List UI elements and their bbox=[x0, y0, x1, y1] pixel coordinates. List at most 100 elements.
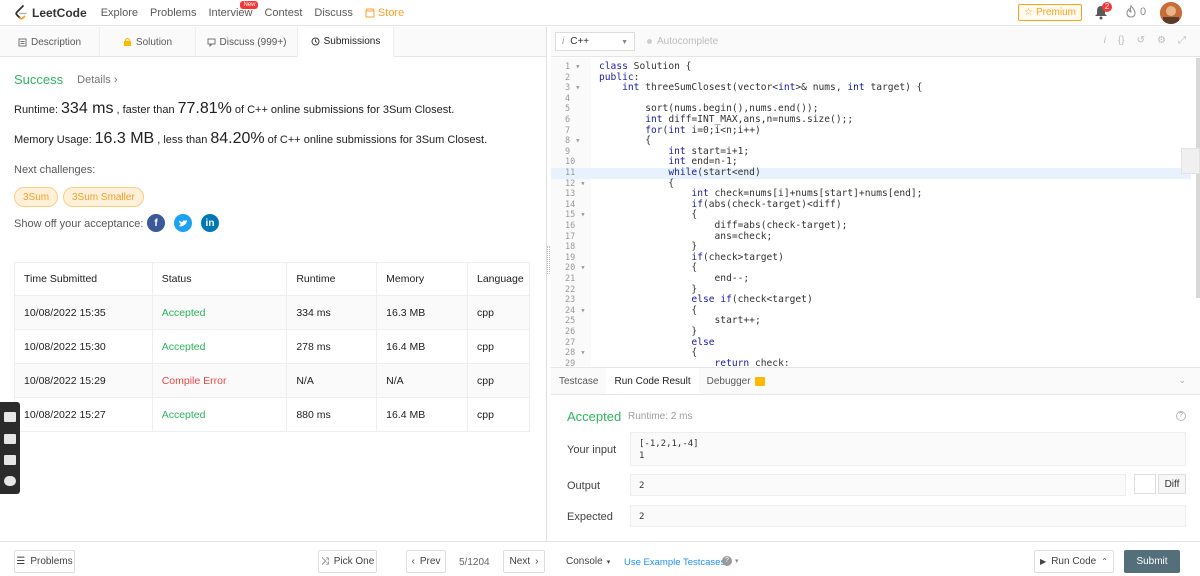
runtime-mid: , faster than bbox=[116, 104, 175, 116]
output-value: 2 bbox=[630, 474, 1126, 496]
use-example-testcases[interactable]: Use Example Testcases bbox=[624, 557, 725, 568]
gallery-icon[interactable] bbox=[4, 455, 16, 465]
chevron-up-icon: ⌃ bbox=[1101, 557, 1108, 566]
code-line[interactable]: 29 return check; bbox=[551, 358, 1191, 366]
run-code-button[interactable]: ▶ Run Code ⌃ bbox=[1034, 550, 1114, 573]
tab-submissions[interactable]: Submissions bbox=[298, 27, 394, 57]
help-icon[interactable]: ? bbox=[1176, 411, 1186, 421]
editor-scrollbar[interactable] bbox=[1196, 58, 1200, 298]
autocomplete-toggle[interactable]: Autocomplete bbox=[647, 36, 718, 47]
premium-button[interactable]: ☆ Premium bbox=[1018, 4, 1082, 21]
help-dropdown[interactable]: ? ▾ bbox=[722, 556, 739, 566]
console-button[interactable]: Console ▾ bbox=[566, 556, 610, 567]
cell-status[interactable]: Compile Error bbox=[151, 363, 288, 398]
expected-label: Expected bbox=[567, 511, 613, 523]
linkedin-icon[interactable]: in bbox=[201, 214, 219, 232]
video-icon[interactable] bbox=[4, 434, 16, 444]
cell-status[interactable]: Accepted bbox=[151, 295, 288, 330]
left-tabs: Description Solution Discuss (999+) Subm… bbox=[0, 27, 546, 57]
editor-toolbar: i C++ ▼ Autocomplete i {} ↺ ⚙ ⤢ bbox=[551, 27, 1200, 57]
challenge-3sum-smaller[interactable]: 3Sum Smaller bbox=[63, 187, 144, 207]
tab-discuss-label: Discuss (999+) bbox=[219, 36, 287, 48]
submit-button[interactable]: Submit bbox=[1124, 550, 1180, 573]
cell-language: cpp bbox=[466, 397, 531, 432]
lock-icon bbox=[754, 376, 765, 386]
cell-memory: 16.4 MB bbox=[376, 397, 468, 432]
tab-description-label: Description bbox=[30, 36, 82, 48]
tab-submissions-label: Submissions bbox=[323, 36, 381, 47]
line-number: 6 bbox=[565, 115, 571, 125]
table-row: 10/08/2022 15:30 Accepted 278 ms 16.4 MB… bbox=[14, 329, 531, 364]
next-button[interactable]: Next › bbox=[503, 550, 545, 573]
code-line[interactable]: 16 diff=abs(check-target); bbox=[551, 220, 1191, 232]
braces-icon[interactable]: {} bbox=[1118, 35, 1125, 46]
chevron-down-icon[interactable]: ⌄ bbox=[1178, 375, 1186, 386]
col-memory: Memory bbox=[376, 262, 468, 296]
memory-summary: Memory Usage: 16.3 MB , less than 84.20%… bbox=[14, 130, 487, 148]
camera-icon[interactable] bbox=[4, 412, 16, 422]
problems-button[interactable]: ☰ Problems bbox=[14, 550, 75, 573]
diff-button[interactable]: Diff bbox=[1158, 474, 1186, 494]
tab-testcase[interactable]: Testcase bbox=[551, 368, 606, 394]
nav-store[interactable]: Store bbox=[365, 7, 404, 19]
code-line[interactable]: 26 } bbox=[551, 326, 1191, 338]
nav-interview[interactable]: Interview New bbox=[208, 0, 259, 19]
tab-debugger[interactable]: Debugger bbox=[699, 368, 773, 394]
facebook-icon[interactable]: f bbox=[147, 214, 165, 232]
nav-problems[interactable]: Problems bbox=[150, 7, 196, 19]
streak-counter[interactable]: 0 bbox=[1126, 5, 1146, 18]
code-line[interactable]: 21 end--; bbox=[551, 273, 1191, 285]
runtime-summary: Runtime: 334 ms , faster than 77.81% of … bbox=[14, 100, 454, 118]
diff-toggle[interactable] bbox=[1134, 474, 1156, 494]
cell-status[interactable]: Accepted bbox=[151, 329, 288, 364]
prev-button[interactable]: ‹ Prev bbox=[406, 550, 446, 573]
twitter-bird-glyph bbox=[179, 219, 187, 226]
nav-discuss[interactable]: Discuss bbox=[314, 7, 353, 19]
reset-icon[interactable]: ↺ bbox=[1137, 35, 1145, 46]
line-number: 10 bbox=[565, 157, 576, 168]
tab-run-code-result[interactable]: Run Code Result bbox=[606, 368, 699, 394]
challenge-3sum[interactable]: 3Sum bbox=[14, 187, 59, 207]
leetcode-logo[interactable]: LeetCode bbox=[14, 4, 87, 21]
tab-discuss[interactable]: Discuss (999+) bbox=[196, 27, 298, 57]
table-header-row: Time Submitted Status Runtime Memory Lan… bbox=[14, 262, 531, 296]
details-link[interactable]: Details › bbox=[77, 74, 117, 86]
language-select[interactable]: i C++ ▼ bbox=[555, 32, 635, 51]
line-number: 11 bbox=[565, 168, 576, 178]
line-number: 23 bbox=[565, 295, 576, 306]
gear-icon[interactable] bbox=[4, 476, 16, 486]
runtime-value: 334 ms bbox=[61, 100, 114, 117]
tab-description[interactable]: Description bbox=[0, 27, 100, 57]
side-panel-toggle[interactable] bbox=[1181, 148, 1200, 174]
line-number: 5 bbox=[565, 104, 571, 115]
settings-icon[interactable]: ⚙ bbox=[1157, 35, 1166, 46]
line-number: 14 bbox=[565, 199, 576, 210]
cell-language: cpp bbox=[466, 295, 531, 330]
info-icon[interactable]: i bbox=[1104, 35, 1106, 46]
code-line[interactable]: 11 while(start<end) bbox=[551, 167, 1191, 179]
chevron-left-icon: ‹ bbox=[411, 556, 415, 567]
chevron-right-icon: › bbox=[535, 556, 539, 567]
runtime-label: Runtime: bbox=[14, 104, 59, 116]
code-line[interactable]: 1 ▾ class Solution { bbox=[551, 61, 1191, 73]
twitter-icon[interactable] bbox=[174, 214, 192, 232]
code-line[interactable]: 3 ▾ int threeSumClosest(vector<int>& num… bbox=[551, 82, 1191, 94]
runtime-percentile: 77.81% bbox=[177, 100, 232, 117]
share-label: Show off your acceptance: bbox=[14, 218, 144, 230]
output-label: Output bbox=[567, 480, 601, 492]
cell-status[interactable]: Accepted bbox=[151, 397, 288, 432]
store-icon bbox=[365, 8, 375, 17]
cell-runtime: N/A bbox=[286, 363, 378, 398]
resize-handle[interactable] bbox=[547, 246, 550, 274]
code-text: int threeSumClosest(vector<int>& nums, i… bbox=[622, 82, 923, 94]
tab-solution[interactable]: Solution bbox=[100, 27, 196, 57]
pane-divider bbox=[546, 27, 547, 541]
caret-down-icon: ▾ bbox=[606, 558, 611, 566]
user-avatar[interactable] bbox=[1160, 2, 1182, 24]
cell-time: 10/08/2022 15:35 bbox=[14, 295, 153, 330]
fullscreen-icon[interactable]: ⤢ bbox=[1178, 35, 1186, 46]
nav-contest[interactable]: Contest bbox=[264, 7, 302, 19]
pick-one-button[interactable]: ⤨ Pick One bbox=[318, 550, 377, 573]
code-editor[interactable]: 1 ▾ class Solution {2 public: 3 ▾ int three… bbox=[551, 58, 1200, 366]
nav-explore[interactable]: Explore bbox=[101, 7, 138, 19]
